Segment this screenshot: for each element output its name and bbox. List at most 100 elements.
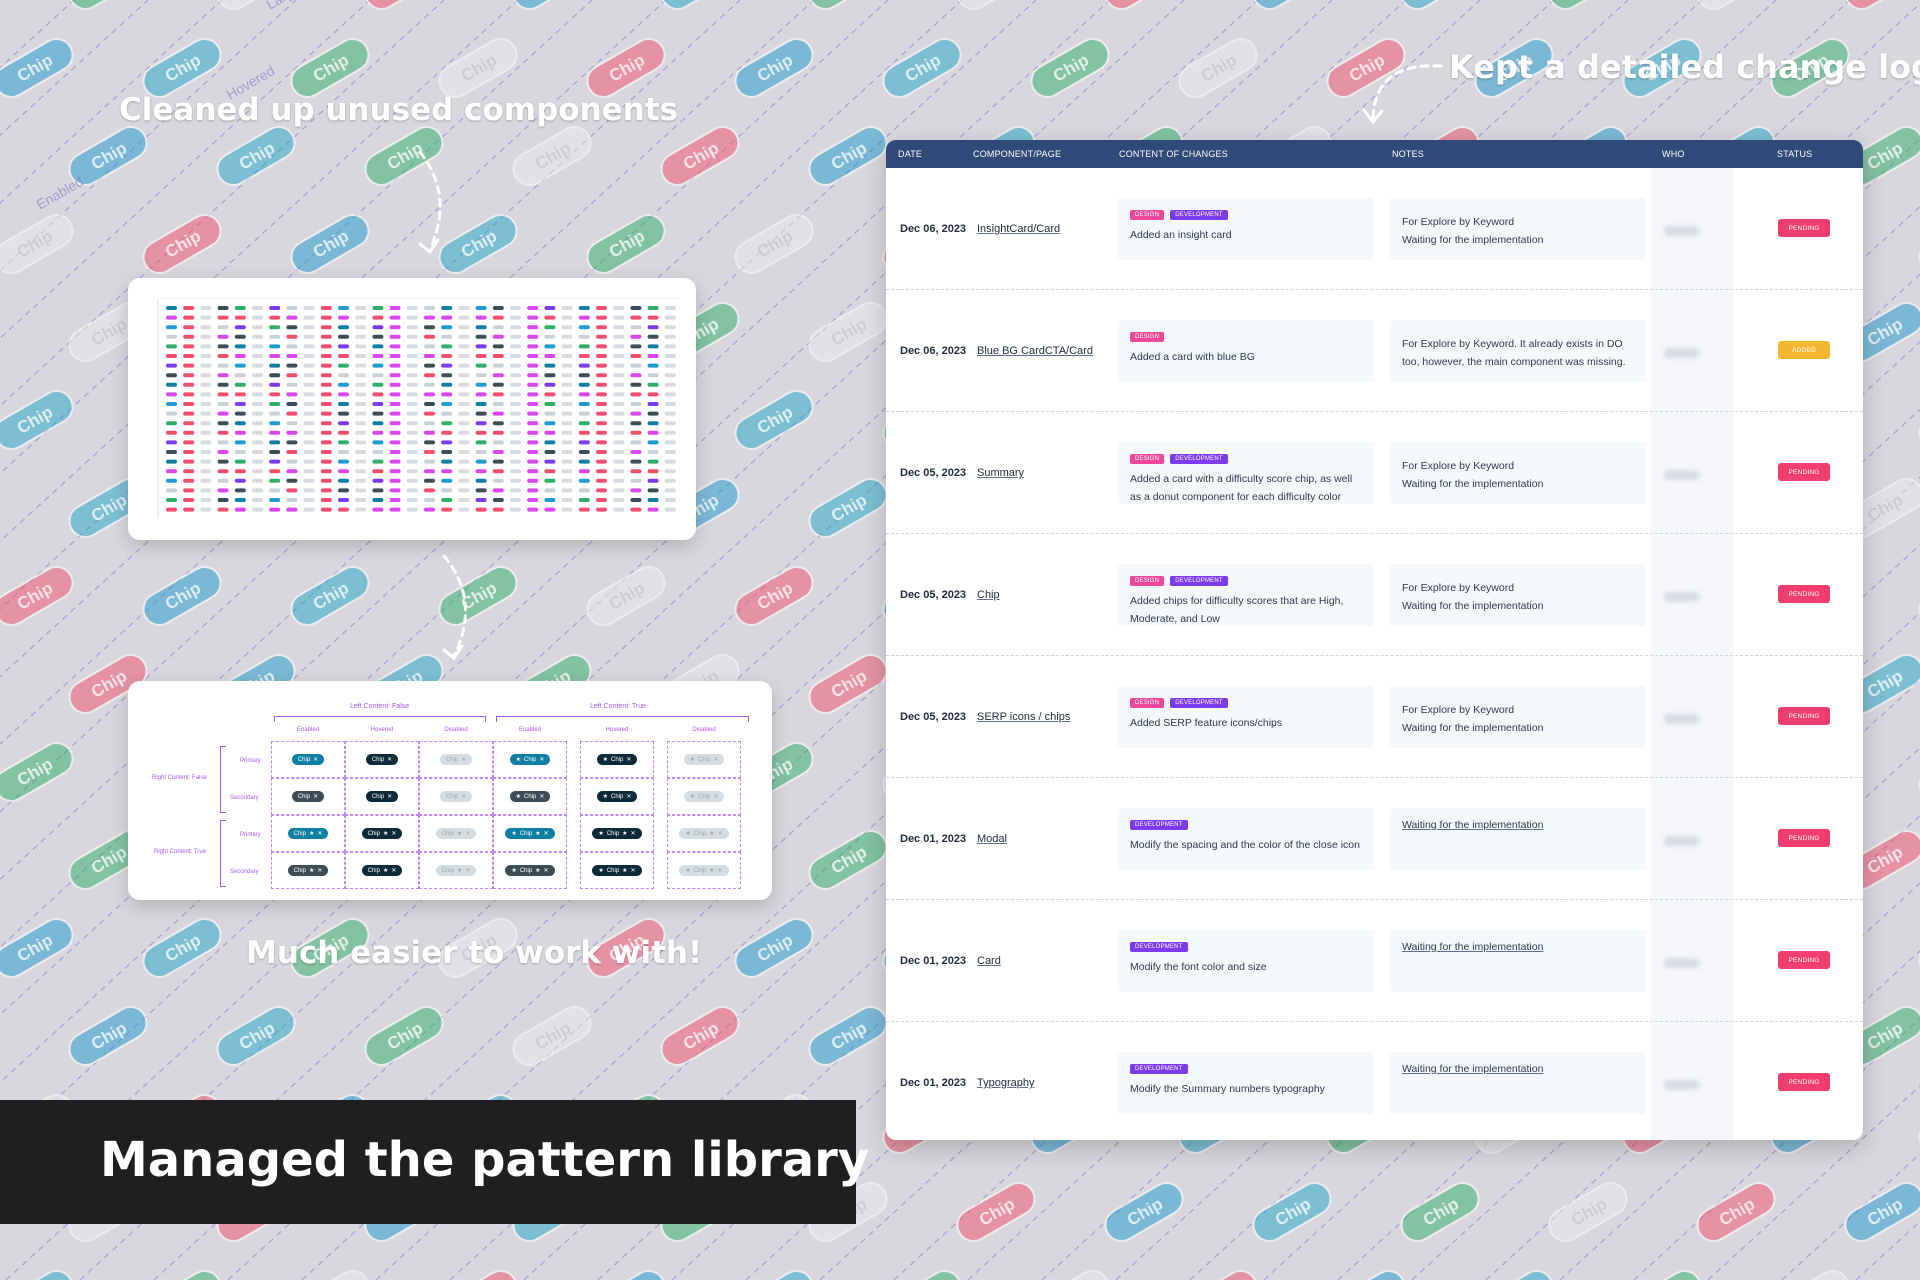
star-icon: ★ — [511, 868, 517, 874]
content-of-changes: DEVELOPMENT Modify the font color and siz… — [1118, 930, 1374, 992]
mini-component — [166, 459, 177, 464]
notes-line: Waiting for the implementation — [1402, 722, 1544, 734]
mini-component — [217, 421, 229, 426]
mini-component — [252, 315, 263, 320]
mini-component — [338, 334, 349, 339]
mini-component — [166, 421, 177, 426]
row-component-link[interactable]: Chip — [977, 589, 1000, 601]
chip: ★ Chip ★ ✕ — [679, 865, 729, 876]
chip-label: Chip — [698, 756, 711, 763]
mini-component — [338, 411, 349, 416]
mini-component — [234, 498, 246, 502]
chip-label: Chip — [698, 793, 711, 800]
chip-label: Chip — [611, 793, 624, 800]
row-component-link[interactable]: Summary — [977, 467, 1024, 479]
row-component-link[interactable]: InsightCard/Card — [977, 223, 1060, 235]
mini-component — [527, 478, 539, 483]
mini-component — [630, 450, 642, 454]
table-row[interactable]: Dec 06, 2023 Blue BG CardCTA/Card DESIGN Ad… — [886, 290, 1863, 412]
mini-component — [424, 421, 435, 426]
mini-component — [510, 315, 521, 320]
mini-component — [166, 430, 177, 435]
notes: Waiting for the implementation — [1390, 1052, 1646, 1114]
mini-component — [424, 315, 435, 320]
table-row[interactable]: Dec 05, 2023 Chip DESIGN DEVELOPMENT Added c… — [886, 534, 1863, 656]
mini-component — [338, 421, 349, 426]
table-row[interactable]: Dec 01, 2023 Card DEVELOPMENT Modify the fo… — [886, 900, 1863, 1022]
mini-component — [269, 354, 281, 358]
notes: Waiting for the implementation — [1390, 930, 1646, 992]
mini-component — [475, 382, 487, 387]
row-component-link[interactable]: Modal — [977, 833, 1007, 845]
row-component-link[interactable]: Card — [977, 955, 1001, 967]
mini-component — [372, 498, 384, 502]
notes-line: For Explore by Keyword — [1402, 460, 1515, 472]
mini-component — [389, 325, 401, 330]
close-icon: ✕ — [465, 868, 471, 874]
table-row[interactable]: Dec 06, 2023 InsightCard/Card DESIGN DEVELO… — [886, 168, 1863, 290]
mini-component — [578, 459, 590, 464]
mini-component — [389, 382, 401, 387]
row-component-link[interactable]: Typography — [977, 1077, 1034, 1089]
arrow-down-icon — [418, 150, 442, 255]
mini-component — [544, 325, 556, 330]
table-row[interactable]: Dec 01, 2023 Modal DEVELOPMENT Modify the s… — [886, 778, 1863, 900]
content-of-changes: DESIGN DEVELOPMENT Added SERP feature icon… — [1118, 686, 1374, 748]
notes-link[interactable]: Waiting for the implementation — [1402, 816, 1642, 834]
table-header: DATE COMPONENT/PAGE CONTENT OF CHANGES N… — [886, 140, 1863, 168]
mini-component — [252, 411, 263, 416]
mini-component — [510, 392, 521, 397]
mini-component — [303, 488, 315, 493]
mini-component — [510, 325, 521, 330]
mini-component — [286, 478, 298, 483]
mini-component — [475, 306, 487, 310]
group-label: Left Content: False — [350, 703, 410, 710]
mini-component — [234, 392, 246, 397]
mini-component — [510, 306, 521, 310]
mini-component — [613, 344, 625, 349]
mini-component — [578, 402, 590, 406]
mini-component — [458, 392, 470, 397]
notes-line: too, however, the main component was mis… — [1402, 356, 1626, 368]
close-icon: ✕ — [539, 794, 545, 800]
mini-component — [286, 440, 298, 445]
mini-component — [613, 334, 625, 339]
mini-component — [544, 402, 556, 406]
row-component-link[interactable]: SERP icons / chips — [977, 711, 1070, 723]
mini-component — [286, 430, 298, 435]
development-tag: DEVELOPMENT — [1170, 454, 1228, 464]
mini-component — [389, 354, 401, 358]
mini-component — [630, 363, 642, 368]
mini-component — [320, 421, 332, 426]
table-row[interactable]: Dec 01, 2023 Typography DEVELOPMENT Modify … — [886, 1022, 1863, 1140]
mini-component — [613, 488, 625, 493]
who-avatar-blurred — [1664, 1080, 1700, 1090]
mini-component — [458, 450, 470, 454]
mini-component — [166, 354, 177, 358]
mini-component — [269, 334, 281, 339]
mini-component — [630, 306, 642, 310]
mini-component — [596, 306, 607, 310]
table-row[interactable]: Dec 05, 2023 SERP icons / chips DESIGN DEVE… — [886, 656, 1863, 778]
mini-component — [647, 411, 659, 416]
mini-component — [166, 392, 177, 397]
notes-link[interactable]: Waiting for the implementation — [1402, 1060, 1642, 1078]
table-row[interactable]: Dec 05, 2023 Summary DESIGN DEVELOPMENT Adde… — [886, 412, 1863, 534]
mini-component — [372, 488, 384, 493]
notes-link[interactable]: Waiting for the implementation — [1402, 938, 1642, 956]
close-icon: ✕ — [539, 757, 545, 763]
row-component-link[interactable]: Blue BG CardCTA/Card — [977, 345, 1093, 357]
mini-component — [630, 382, 642, 387]
mini-component — [355, 507, 367, 512]
mini-component — [596, 469, 607, 474]
development-tag: DEVELOPMENT — [1130, 1064, 1188, 1074]
mini-component — [424, 488, 435, 493]
mini-component — [475, 421, 487, 426]
mini-component — [389, 306, 401, 310]
column-label: Enabled — [296, 727, 320, 733]
mini-component — [389, 363, 401, 368]
close-icon: ✕ — [630, 868, 636, 874]
mini-component — [596, 459, 607, 464]
messy-component-grid — [157, 297, 678, 518]
mini-component — [338, 450, 349, 454]
